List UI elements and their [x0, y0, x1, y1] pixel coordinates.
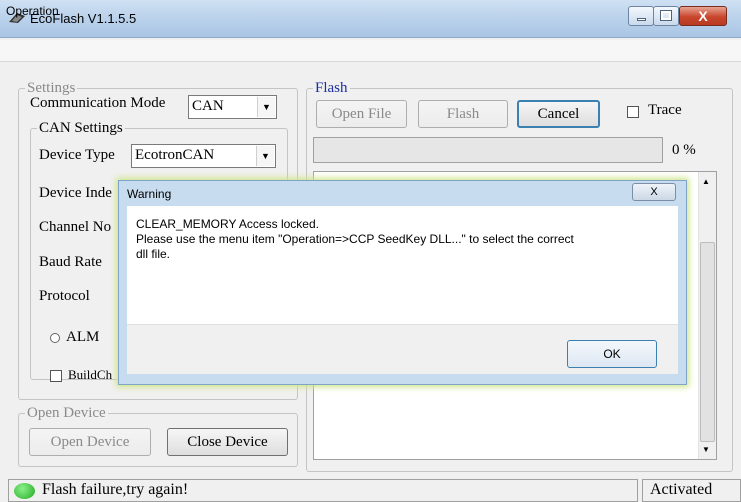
channel-label: Channel No [39, 219, 112, 235]
open-device-button[interactable]: Open Device [29, 428, 151, 456]
scroll-down-icon: ▼ [702, 445, 710, 454]
comm-mode-select[interactable]: CAN ▼ [188, 95, 277, 119]
close-window-button[interactable]: X [679, 6, 727, 26]
ok-button[interactable]: OK [567, 340, 657, 368]
warning-dialog: Warning X CLEAR_MEMORY Access locked. Pl… [118, 180, 687, 385]
progress-percent-text: 0 % [672, 142, 696, 158]
device-index-label: Device Inde [39, 185, 112, 201]
comm-mode-value: CAN [192, 98, 224, 114]
status-led-icon [14, 483, 35, 499]
close-icon: X [650, 186, 658, 198]
scroll-up-icon: ▲ [702, 177, 710, 186]
menu-bar [0, 40, 741, 62]
device-type-label: Device Type [39, 147, 115, 163]
comm-mode-label: Communication Mode [30, 95, 166, 111]
progress-bar [313, 137, 663, 163]
protocol-label: Protocol [39, 288, 90, 304]
alm-radio[interactable] [50, 333, 60, 343]
status-message: Flash failure,try again! [42, 481, 189, 498]
buildcheck-label: BuildCh [68, 367, 113, 382]
cancel-button[interactable]: Cancel [517, 100, 600, 128]
log-scrollbar[interactable]: ▲ ▼ [698, 172, 716, 459]
flash-legend: Flash [315, 80, 348, 96]
flash-button[interactable]: Flash [418, 100, 508, 128]
chevron-down-icon: ▼ [256, 146, 274, 166]
dialog-title: Warning [127, 187, 172, 201]
alm-label: ALM [66, 329, 100, 345]
baud-rate-label: Baud Rate [39, 254, 102, 270]
menu-item-operation[interactable]: Operation [6, 4, 59, 18]
maximize-button[interactable] [653, 6, 679, 26]
status-state: Activated [650, 481, 713, 498]
can-settings-legend: CAN Settings [39, 120, 123, 136]
scrollbar-thumb[interactable] [700, 242, 715, 442]
trace-checkbox[interactable] [627, 106, 639, 118]
trace-label: Trace [648, 102, 682, 118]
open-device-legend: Open Device [27, 405, 106, 421]
minimize-icon [637, 18, 646, 21]
close-icon: X [698, 8, 708, 24]
minimize-button[interactable] [628, 6, 654, 26]
dialog-message: CLEAR_MEMORY Access locked. Please use t… [136, 217, 574, 261]
close-device-button[interactable]: Close Device [167, 428, 288, 456]
dialog-close-button[interactable]: X [632, 183, 676, 201]
maximize-icon [660, 10, 672, 21]
chevron-down-icon: ▼ [257, 97, 275, 117]
buildcheck-checkbox[interactable] [50, 370, 62, 382]
device-type-select[interactable]: EcotronCAN ▼ [131, 144, 276, 168]
device-type-value: EcotronCAN [135, 147, 215, 163]
open-file-button[interactable]: Open File [316, 100, 407, 128]
